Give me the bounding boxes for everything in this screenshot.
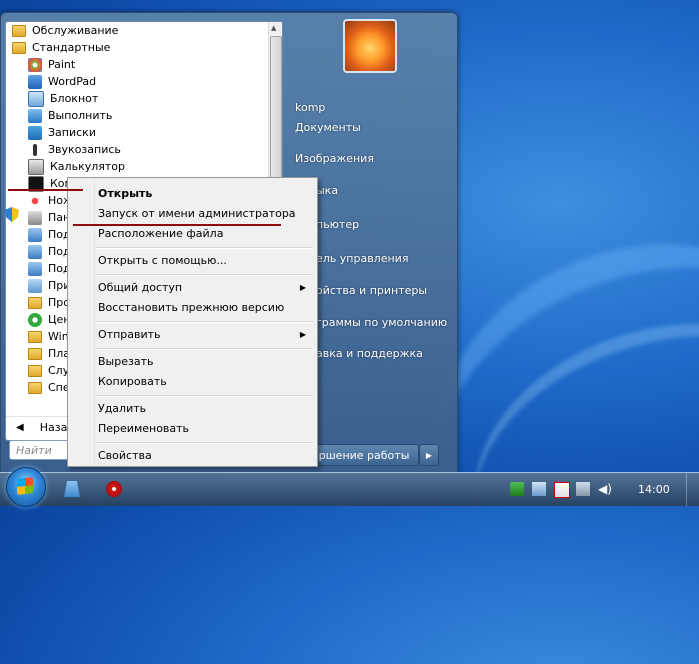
program-item[interactable]: Обслуживание [12, 22, 268, 39]
wordpad-icon [28, 74, 42, 89]
menu-separator [96, 348, 313, 350]
context-menu: Открыть Запуск от имени администратора Р… [67, 177, 318, 467]
sound-recorder-icon [28, 143, 42, 157]
menu-separator [96, 442, 313, 444]
network-icon[interactable] [576, 482, 590, 496]
highlight-underline [8, 189, 83, 191]
menu-item-delete[interactable]: Удалить [98, 399, 312, 417]
scrollbar-thumb[interactable] [270, 36, 282, 198]
panel-icon [28, 210, 42, 225]
right-item-devices-printers[interactable]: ойства и принтеры [316, 284, 427, 297]
connect-icon [28, 244, 42, 259]
menu-item-send-to[interactable]: Отправить ▶ [98, 325, 312, 343]
submenu-arrow-icon: ▶ [299, 329, 306, 339]
menu-separator [96, 247, 313, 249]
folder-icon [12, 24, 26, 37]
program-item[interactable]: Стандартные [12, 39, 268, 56]
folder-icon [28, 364, 42, 377]
folder-icon [28, 347, 42, 360]
run-icon [28, 108, 42, 123]
program-item[interactable]: Paint [28, 56, 268, 73]
explorer-icon[interactable] [64, 481, 80, 497]
folder-icon [12, 41, 26, 54]
right-item-control-panel[interactable]: ель управления [316, 252, 408, 265]
connect-icon [28, 261, 42, 276]
program-item[interactable]: Блокнот [28, 90, 268, 107]
right-item-user[interactable]: komp [295, 101, 325, 114]
paint-icon [28, 57, 42, 72]
antivirus-icon[interactable] [106, 481, 122, 497]
taskbar: ◀) 14:00 [0, 467, 699, 507]
volume-icon[interactable]: ◀) [598, 482, 612, 496]
scroll-up-icon[interactable]: ▲ [271, 24, 276, 32]
menu-item-cut[interactable]: Вырезать [98, 352, 312, 370]
menu-separator [96, 321, 313, 323]
back-arrow-icon: ◀ [16, 421, 24, 433]
highlight-underline [73, 224, 281, 226]
program-item[interactable]: Звукозапись [28, 141, 268, 158]
menu-item-open[interactable]: Открыть [98, 184, 312, 202]
right-item-pictures[interactable]: Изображения [295, 152, 374, 165]
right-item-computer[interactable]: пьютер [316, 218, 359, 231]
menu-item-copy[interactable]: Копировать [98, 372, 312, 390]
right-item-help-support[interactable]: авка и поддержка [316, 347, 423, 360]
folder-icon [28, 296, 42, 309]
network-shield-icon[interactable] [510, 482, 524, 496]
folder-icon [28, 330, 42, 343]
right-item-documents[interactable]: Документы [295, 121, 361, 134]
context-menu-gutter [68, 178, 95, 466]
program-item[interactable]: Калькулятор [28, 158, 268, 175]
show-desktop-button[interactable] [686, 473, 699, 506]
user-picture[interactable] [343, 19, 397, 73]
menu-item-rename[interactable]: Переименовать [98, 419, 312, 437]
program-item[interactable]: Записки [28, 124, 268, 141]
menu-item-file-location[interactable]: Расположение файла [98, 224, 312, 242]
notepad-icon [28, 90, 44, 107]
menu-separator [96, 395, 313, 397]
action-center-icon[interactable] [554, 482, 570, 498]
sync-center-icon [28, 312, 42, 327]
menu-item-open-with[interactable]: Открыть с помощью... [98, 251, 312, 269]
right-item-default-programs[interactable]: граммы по умолчанию [316, 316, 447, 329]
menu-separator [96, 274, 313, 276]
chevron-right-icon: ▶ [425, 450, 433, 460]
shutdown-options-button[interactable]: ▶ [419, 444, 439, 466]
right-item-music[interactable]: ыка [316, 184, 338, 197]
clock[interactable]: 14:00 [638, 483, 670, 496]
submenu-arrow-icon: ▶ [299, 282, 306, 292]
sticky-notes-icon [28, 125, 42, 140]
calculator-icon [28, 158, 44, 175]
menu-item-run-as-admin[interactable]: Запуск от имени администратора [98, 204, 312, 222]
start-button[interactable] [6, 467, 46, 507]
folder-icon [28, 381, 42, 394]
shutdown-button[interactable]: ршение работы [309, 444, 419, 466]
program-item[interactable]: WordPad [28, 73, 268, 90]
menu-item-restore-version[interactable]: Восстановить прежнюю версию [98, 298, 312, 316]
snipping-tool-icon [28, 193, 42, 208]
menu-item-properties[interactable]: Свойства [98, 446, 312, 464]
flag-icon[interactable] [532, 482, 546, 496]
connect-icon [28, 227, 42, 242]
program-item[interactable]: Выполнить [28, 107, 268, 124]
menu-item-share[interactable]: Общий доступ ▶ [98, 278, 312, 296]
app-icon [28, 278, 42, 293]
